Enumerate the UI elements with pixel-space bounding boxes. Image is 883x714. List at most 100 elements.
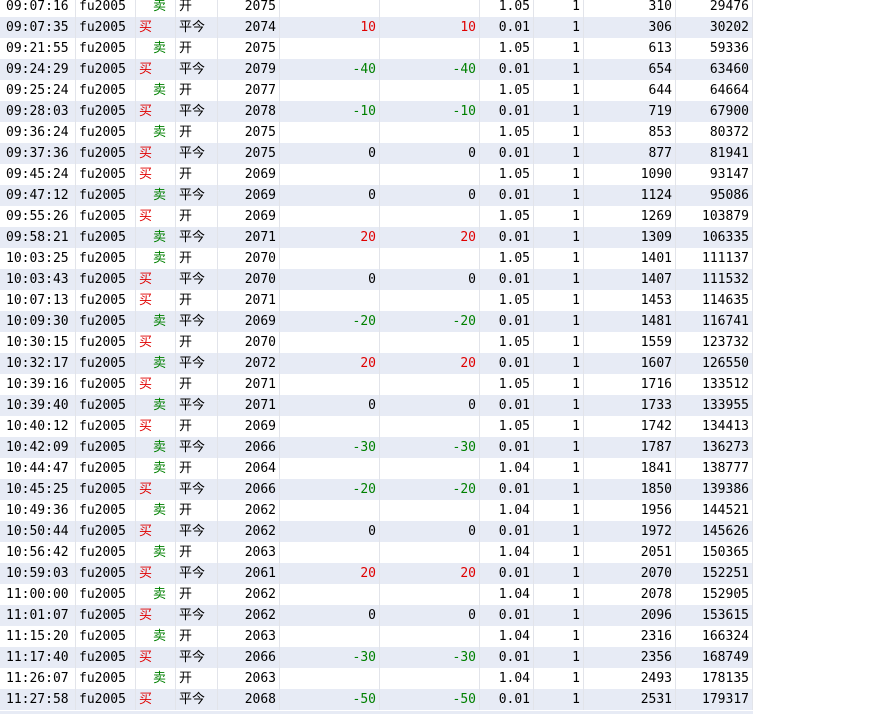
open-close-flag: 平今 <box>176 689 218 710</box>
open-close-flag: 平今 <box>176 185 218 206</box>
open-close-flag: 开 <box>176 248 218 269</box>
close-profit-2: 20 <box>380 563 480 584</box>
table-row[interactable]: 10:49:36 fu2005 卖开 2062 1.04 1 1956 144521 <box>0 500 753 521</box>
table-row[interactable]: 09:58:21 fu2005 卖平今 2071 20 20 0.01 1 1309 106335 <box>0 227 753 248</box>
table-row[interactable]: 09:36:24 fu2005 卖开 2075 1.05 1 853 80372 <box>0 122 753 143</box>
commission: 1.04 <box>480 584 534 605</box>
close-profit-2 <box>380 542 480 563</box>
close-profit-2 <box>380 164 480 185</box>
contract-code: fu2005 <box>76 122 136 143</box>
trade-records-table: 09:07:16 fu2005 卖开 2075 1.05 1 310 29476 09:07:3… <box>0 0 883 710</box>
table-row[interactable]: 10:50:44 fu2005 买平今 2062 0 0 0.01 1 1972 145626 <box>0 521 753 542</box>
trade-time: 10:03:43 <box>0 269 76 290</box>
open-close-flag: 开 <box>176 38 218 59</box>
table-row[interactable]: 10:03:25 fu2005 卖开 2070 1.05 1 1401 111137 <box>0 248 753 269</box>
table-row[interactable]: 09:45:24 fu2005 买开 2069 1.05 1 1090 93147 <box>0 164 753 185</box>
contract-code: fu2005 <box>76 668 136 689</box>
table-row[interactable]: 10:30:15 fu2005 买开 2070 1.05 1 1559 123732 <box>0 332 753 353</box>
table-row[interactable]: 10:07:13 fu2005 买开 2071 1.05 1 1453 114635 <box>0 290 753 311</box>
open-close-flag: 开 <box>176 626 218 647</box>
table-row[interactable]: 10:03:43 fu2005 买平今 2070 0 0 0.01 1 1407 111532 <box>0 269 753 290</box>
close-profit <box>280 38 380 59</box>
commission: 1.05 <box>480 248 534 269</box>
trade-time: 10:50:44 <box>0 521 76 542</box>
table-row[interactable]: 11:26:07 fu2005 卖开 2063 1.04 1 2493 178135 <box>0 668 753 689</box>
table-row[interactable]: 10:44:47 fu2005 卖开 2064 1.04 1 1841 138777 <box>0 458 753 479</box>
open-close-flag: 平今 <box>176 353 218 374</box>
table-row[interactable]: 10:32:17 fu2005 卖平今 2072 20 20 0.01 1 1607 126550 <box>0 353 753 374</box>
trade-quantity: 1 <box>534 38 584 59</box>
trade-time: 09:36:24 <box>0 122 76 143</box>
trade-direction: 卖 <box>136 38 176 59</box>
trade-time: 09:37:36 <box>0 143 76 164</box>
contract-code: fu2005 <box>76 689 136 710</box>
contract-code: fu2005 <box>76 437 136 458</box>
open-close-flag: 平今 <box>176 563 218 584</box>
trade-price: 2074 <box>218 17 280 38</box>
close-profit-2 <box>380 248 480 269</box>
value-col-2: 179317 <box>676 689 753 710</box>
commission: 1.05 <box>480 374 534 395</box>
table-row[interactable]: 11:15:20 fu2005 卖开 2063 1.04 1 2316 166324 <box>0 626 753 647</box>
trade-quantity: 1 <box>534 353 584 374</box>
trade-quantity: 1 <box>534 605 584 626</box>
contract-code: fu2005 <box>76 143 136 164</box>
trade-quantity: 1 <box>534 374 584 395</box>
close-profit <box>280 626 380 647</box>
table-row[interactable]: 09:07:35 fu2005 买平今 2074 10 10 0.01 1 306 30202 <box>0 17 753 38</box>
table-row[interactable]: 11:01:07 fu2005 买平今 2062 0 0 0.01 1 2096 153615 <box>0 605 753 626</box>
close-profit-2 <box>380 332 480 353</box>
table-row[interactable]: 09:24:29 fu2005 买平今 2079 -40 -40 0.01 1 654 63460 <box>0 59 753 80</box>
table-row[interactable]: 10:59:03 fu2005 买平今 2061 20 20 0.01 1 2070 152251 <box>0 563 753 584</box>
value-col-1: 2096 <box>584 605 676 626</box>
open-close-flag: 平今 <box>176 311 218 332</box>
table-row[interactable]: 10:42:09 fu2005 卖平今 2066 -30 -30 0.01 1 1787 1362… <box>0 437 753 458</box>
close-profit <box>280 248 380 269</box>
trade-time: 10:45:25 <box>0 479 76 500</box>
trade-direction: 卖 <box>136 227 176 248</box>
trade-quantity: 1 <box>534 584 584 605</box>
close-profit-2 <box>380 0 480 17</box>
open-close-flag: 开 <box>176 0 218 17</box>
value-col-2: 138777 <box>676 458 753 479</box>
table-row[interactable]: 10:56:42 fu2005 卖开 2063 1.04 1 2051 150365 <box>0 542 753 563</box>
trade-quantity: 1 <box>534 143 584 164</box>
close-profit <box>280 80 380 101</box>
table-row[interactable]: 10:45:25 fu2005 买平今 2066 -20 -20 0.01 1 1850 1393… <box>0 479 753 500</box>
trade-time: 10:49:36 <box>0 500 76 521</box>
trade-time: 10:40:12 <box>0 416 76 437</box>
value-col-2: 152905 <box>676 584 753 605</box>
trade-price: 2066 <box>218 437 280 458</box>
table-row[interactable]: 09:47:12 fu2005 卖平今 2069 0 0 0.01 1 1124 95086 <box>0 185 753 206</box>
commission: 0.01 <box>480 605 534 626</box>
contract-code: fu2005 <box>76 206 136 227</box>
table-row[interactable]: 10:39:40 fu2005 卖平今 2071 0 0 0.01 1 1733 133955 <box>0 395 753 416</box>
close-profit: -20 <box>280 479 380 500</box>
trade-direction: 卖 <box>136 80 176 101</box>
open-close-flag: 平今 <box>176 479 218 500</box>
table-row[interactable]: 09:07:16 fu2005 卖开 2075 1.05 1 310 29476 <box>0 0 753 17</box>
table-row[interactable]: 11:00:00 fu2005 卖开 2062 1.04 1 2078 152905 <box>0 584 753 605</box>
trade-direction: 卖 <box>136 0 176 17</box>
table-row[interactable]: 10:39:16 fu2005 买开 2071 1.05 1 1716 133512 <box>0 374 753 395</box>
trade-direction: 买 <box>136 479 176 500</box>
table-row[interactable]: 09:25:24 fu2005 卖开 2077 1.05 1 644 64664 <box>0 80 753 101</box>
open-close-flag: 开 <box>176 416 218 437</box>
table-row[interactable]: 10:40:12 fu2005 买开 2069 1.05 1 1742 134413 <box>0 416 753 437</box>
value-col-1: 2316 <box>584 626 676 647</box>
close-profit-2 <box>380 290 480 311</box>
open-close-flag: 开 <box>176 122 218 143</box>
close-profit: 0 <box>280 395 380 416</box>
open-close-flag: 平今 <box>176 395 218 416</box>
trade-quantity: 1 <box>534 689 584 710</box>
table-row[interactable]: 10:09:30 fu2005 卖平今 2069 -20 -20 0.01 1 1481 1167… <box>0 311 753 332</box>
table-row[interactable]: 09:21:55 fu2005 卖开 2075 1.05 1 613 59336 <box>0 38 753 59</box>
table-row[interactable]: 09:37:36 fu2005 买平今 2075 0 0 0.01 1 877 81941 <box>0 143 753 164</box>
table-row[interactable]: 09:55:26 fu2005 买开 2069 1.05 1 1269 103879 <box>0 206 753 227</box>
open-close-flag: 开 <box>176 290 218 311</box>
table-row[interactable]: 09:28:03 fu2005 买平今 2078 -10 -10 0.01 1 719 67900 <box>0 101 753 122</box>
trade-quantity: 1 <box>534 458 584 479</box>
table-row[interactable]: 11:17:40 fu2005 买平今 2066 -30 -30 0.01 1 2356 1687… <box>0 647 753 668</box>
trade-time: 09:07:16 <box>0 0 76 17</box>
table-row[interactable]: 11:27:58 fu2005 买平今 2068 -50 -50 0.01 1 2531 1793… <box>0 689 753 710</box>
